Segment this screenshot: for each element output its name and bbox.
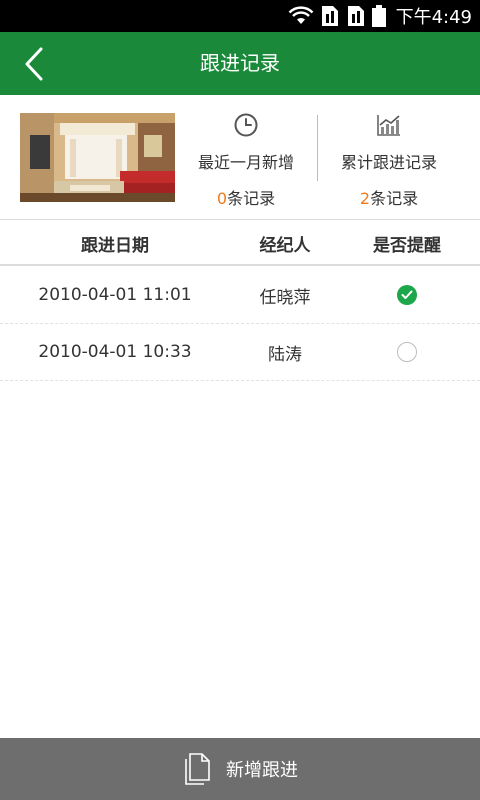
recent-stat: 最近一月新增 0条记录 (176, 111, 316, 209)
title-bar: 跟进记录 (0, 32, 480, 95)
sim2-icon (347, 6, 364, 26)
add-followup-button[interactable]: 新增跟进 (0, 738, 480, 800)
wifi-icon (288, 6, 313, 24)
total-stat-label: 累计跟进记录 (340, 153, 437, 172)
status-time: 下午4:49 (395, 7, 472, 28)
property-thumbnail[interactable] (20, 113, 175, 202)
row-agent: 陆涛 (268, 344, 302, 365)
row-date: 2010-04-01 10:33 (38, 342, 192, 362)
document-icon (185, 753, 210, 785)
table-row[interactable]: 2010-04-01 10:33 陆涛 (0, 324, 480, 381)
recent-count-unit: 条记录 (227, 189, 276, 208)
header-agent: 经纪人 (259, 235, 311, 256)
back-button[interactable] (14, 44, 54, 84)
chevron-left-icon (25, 47, 43, 81)
stat-divider (317, 115, 318, 181)
battery-icon (371, 5, 386, 27)
total-stat-count: 2条记录 (319, 185, 459, 209)
recent-count-number: 0 (216, 189, 228, 208)
row-agent: 任晓萍 (259, 287, 311, 308)
total-count-number: 2 (359, 189, 371, 208)
sim1-icon (321, 6, 338, 26)
row-date: 2010-04-01 11:01 (38, 285, 192, 305)
status-bar: 下午4:49 (0, 0, 480, 32)
table-row[interactable]: 2010-04-01 11:01 任晓萍 (0, 267, 480, 324)
reminder-checked-icon[interactable] (397, 285, 417, 305)
summary-panel: 最近一月新增 0条记录 累计跟进记录 2条记录 (0, 95, 480, 220)
page-title: 跟进记录 (200, 51, 280, 75)
header-reminder: 是否提醒 (373, 235, 441, 256)
status-icons: 下午4:49 (288, 0, 472, 32)
total-count-unit: 条记录 (370, 189, 419, 208)
clock-icon (234, 113, 258, 137)
total-stat: 累计跟进记录 2条记录 (319, 111, 459, 209)
table-header: 跟进日期 经纪人 是否提醒 (0, 222, 480, 266)
recent-stat-count: 0条记录 (176, 185, 316, 209)
header-date: 跟进日期 (81, 235, 149, 256)
reminder-unchecked-icon[interactable] (397, 342, 417, 362)
add-followup-label: 新增跟进 (226, 760, 298, 781)
chart-icon (377, 115, 400, 136)
recent-stat-label: 最近一月新增 (197, 153, 294, 172)
